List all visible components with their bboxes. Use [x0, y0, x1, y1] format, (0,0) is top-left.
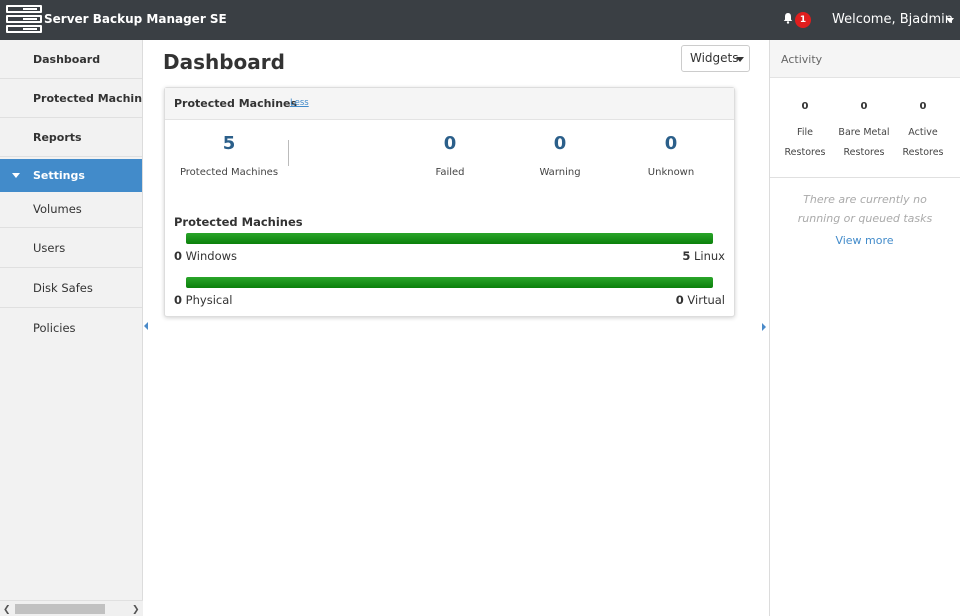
sidebar-item-label: Policies	[33, 321, 76, 335]
protected-machines-section-title: Protected Machines	[174, 215, 303, 229]
widget-header: Protected Machines Less	[165, 88, 734, 120]
collapse-sidebar-icon[interactable]	[144, 322, 148, 330]
chevron-down-icon[interactable]	[946, 18, 954, 23]
widget-title: Protected Machines	[174, 97, 298, 110]
stat-divider	[288, 140, 289, 166]
stat-warning-value[interactable]: 0	[510, 133, 610, 154]
collapse-activity-icon[interactable]	[762, 323, 766, 331]
bell-icon[interactable]	[782, 12, 794, 24]
scrollbar-thumb[interactable]	[15, 604, 105, 614]
top-bar: Server Backup Manager SE 1 Welcome, Bjad…	[0, 0, 960, 40]
protected-machines-widget: Protected Machines Less 5 Protected Mach…	[164, 87, 735, 317]
page-title: Dashboard	[163, 50, 285, 74]
view-more-link[interactable]: View more	[770, 234, 959, 247]
sidebar-horizontal-scrollbar[interactable]: ❮ ❯	[0, 600, 143, 616]
stat-failed-value[interactable]: 0	[400, 133, 500, 154]
sidebar-item-label: Disk Safes	[33, 281, 93, 295]
physical-count-label: 0 Physical	[174, 293, 233, 307]
sidebar-item-label: Reports	[33, 131, 82, 144]
widgets-button[interactable]: Widgets	[681, 45, 750, 72]
empty-tasks-message: There are currently no running or queued…	[797, 193, 933, 225]
sidebar-item-disk-safes[interactable]: Disk Safes	[0, 268, 142, 308]
virtual-count-label: 0 Virtual	[675, 293, 725, 307]
sidebar-item-label: Protected Machines	[33, 92, 143, 105]
sidebar-item-settings[interactable]: Settings	[0, 159, 142, 192]
active-restores-label: Active	[908, 127, 938, 138]
windows-count-label: 0 Windows	[174, 249, 238, 263]
os-distribution-bar	[186, 233, 713, 244]
sidebar-item-users[interactable]: Users	[0, 228, 142, 268]
machine-type-bar-fill	[186, 277, 713, 288]
sidebar-item-label: Volumes	[33, 202, 82, 216]
sidebar-item-reports[interactable]: Reports	[0, 118, 142, 157]
active-restores-value[interactable]: 0	[893, 101, 953, 112]
sidebar: Dashboard Protected Machines Reports Set…	[0, 40, 143, 600]
linux-count-label: 5 Linux	[682, 249, 725, 263]
active-restores-label-2: Restores	[902, 147, 944, 158]
stat-warning-label: Warning	[539, 167, 581, 178]
stat-unknown-value[interactable]: 0	[621, 133, 721, 154]
scroll-right-icon[interactable]: ❯	[132, 605, 140, 615]
server-stack-icon[interactable]	[6, 5, 42, 35]
sidebar-item-dashboard[interactable]: Dashboard	[0, 40, 142, 79]
chevron-down-icon	[736, 57, 744, 62]
sidebar-item-label: Users	[33, 241, 66, 255]
app-title[interactable]: Server Backup Manager SE	[44, 12, 227, 26]
bare-metal-restores-value[interactable]: 0	[834, 101, 894, 112]
caret-down-icon	[12, 173, 20, 178]
widgets-button-label: Widgets	[690, 51, 739, 65]
file-restores-value[interactable]: 0	[775, 101, 835, 112]
activity-header: Activity	[770, 40, 960, 78]
sidebar-item-policies[interactable]: Policies	[0, 308, 142, 348]
stat-failed-label: Failed	[435, 167, 465, 178]
user-menu[interactable]: Welcome, Bjadmin	[832, 12, 953, 27]
sidebar-item-label: Dashboard	[33, 53, 101, 66]
sidebar-item-label: Settings	[33, 169, 85, 182]
os-distribution-bar-fill	[186, 233, 713, 244]
stat-unknown-label: Unknown	[647, 167, 695, 178]
activity-panel: Activity 0 File Restores 0 Bare Metal Re…	[769, 40, 960, 616]
sidebar-item-volumes[interactable]: Volumes	[0, 192, 142, 228]
stat-protected-machines-value[interactable]: 5	[179, 133, 279, 154]
machine-type-bar	[186, 277, 713, 288]
sidebar-item-protected-machines[interactable]: Protected Machines	[0, 79, 143, 118]
activity-title: Activity	[781, 53, 823, 66]
scroll-left-icon[interactable]: ❮	[3, 605, 11, 615]
notification-badge[interactable]: 1	[795, 12, 811, 28]
less-link[interactable]: Less	[290, 98, 309, 108]
stat-protected-machines-label: Protected Machines	[179, 167, 279, 178]
activity-divider	[770, 177, 960, 178]
